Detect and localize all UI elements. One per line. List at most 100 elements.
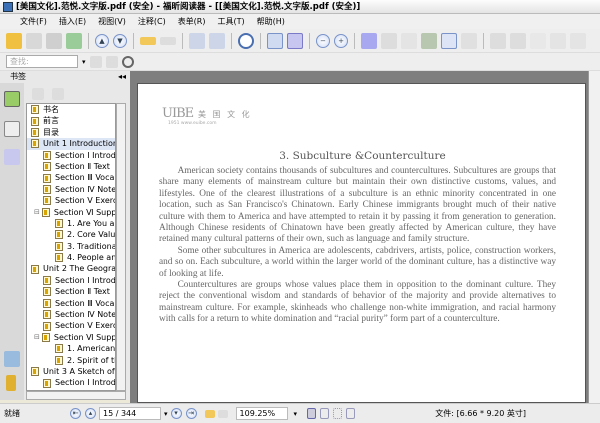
menu-form[interactable]: 表单(R): [176, 16, 208, 27]
attach-icon[interactable]: [490, 32, 506, 49]
arrow-tool-icon[interactable]: [570, 32, 586, 49]
facing-icon[interactable]: [333, 408, 343, 419]
bookmark-item[interactable]: 3. Traditional: [27, 241, 115, 252]
continuous-icon[interactable]: [320, 408, 330, 419]
bookmark-horizontal-scrollbar[interactable]: [26, 391, 126, 400]
collapse-toggle-icon[interactable]: ⊟: [34, 332, 40, 343]
comments-tab-icon[interactable]: [4, 351, 20, 367]
bookmark-item[interactable]: Section Ⅳ Notes: [27, 184, 115, 195]
zoom-in-tool-icon[interactable]: [238, 32, 254, 49]
bookmark-item[interactable]: Section Ⅰ Introduction: [27, 275, 115, 286]
last-page-icon[interactable]: ⇥: [185, 408, 197, 419]
textbox-icon[interactable]: [530, 32, 546, 49]
bookmark-icon: [55, 355, 63, 365]
back-arrow-icon[interactable]: [140, 36, 156, 45]
bookmark-item[interactable]: Section Ⅳ Notes: [27, 309, 115, 320]
page-number-input[interactable]: 15 / 344: [99, 407, 161, 420]
bookmark-item[interactable]: Section Ⅰ Introduction: [27, 150, 115, 161]
pointer-icon[interactable]: [401, 32, 417, 49]
forward-arrow-icon[interactable]: [160, 36, 176, 45]
comment-icon[interactable]: [550, 32, 566, 49]
bookmark-item[interactable]: ⊟ Section Ⅵ Supplementary: [27, 332, 115, 343]
attachments-tab-icon[interactable]: [6, 375, 16, 391]
bookmark-icon: [41, 207, 50, 217]
bookmark-item[interactable]: 2. Core Values: [27, 229, 115, 240]
bookmark-item[interactable]: Section Ⅱ Text: [27, 161, 115, 172]
bookmark-icon: [41, 333, 50, 342]
next-page-icon[interactable]: ▼: [113, 33, 127, 48]
bookmark-icon: [31, 105, 39, 115]
forward-icon[interactable]: [217, 409, 228, 418]
advanced-search-icon[interactable]: [121, 55, 134, 68]
print-icon[interactable]: [46, 32, 62, 49]
single-page-icon[interactable]: [307, 408, 317, 419]
bookmark-vertical-scrollbar[interactable]: [116, 103, 126, 391]
bookmark-item[interactable]: 2. Spirit of the: [27, 355, 115, 366]
email-icon[interactable]: [66, 32, 82, 49]
bookmark-item[interactable]: Section Ⅱ Text: [27, 286, 115, 297]
bookmark-item[interactable]: Section Ⅰ Introduction: [27, 377, 115, 388]
bookmark-item[interactable]: ⊟ Section Ⅵ Supplementary: [27, 207, 115, 218]
fit-width-icon[interactable]: [287, 32, 303, 49]
snapshot-icon[interactable]: [461, 32, 477, 49]
zoom-in-icon[interactable]: +: [334, 33, 348, 48]
select-text-icon[interactable]: [381, 32, 397, 49]
bookmark-item[interactable]: Section Ⅴ Exercises: [27, 320, 115, 331]
binoculars-icon[interactable]: [421, 32, 437, 49]
bookmarks-tab-icon[interactable]: [4, 91, 20, 107]
typewriter-icon[interactable]: [441, 32, 457, 49]
prev-page-icon[interactable]: ▴: [85, 408, 96, 419]
find-previous-icon[interactable]: [89, 55, 102, 68]
collapse-panel-icon[interactable]: ◂◂: [118, 71, 126, 83]
zoom-input[interactable]: 109.25%: [235, 407, 288, 420]
bookmark-icon: [43, 310, 51, 320]
search-dropdown-icon[interactable]: ▾: [82, 58, 86, 66]
note-icon[interactable]: [510, 32, 526, 49]
menu-tools[interactable]: 工具(T): [216, 16, 247, 27]
first-page-icon[interactable]: ⇤: [70, 408, 81, 419]
save-icon[interactable]: [26, 32, 42, 49]
menu-view[interactable]: 视图(V): [96, 16, 128, 27]
bookmark-item[interactable]: 前言: [27, 115, 115, 126]
bookmark-item[interactable]: 1. Are You an: [27, 218, 115, 229]
bookmark-item[interactable]: Unit 2 The Geography: [27, 263, 115, 274]
delete-bookmark-icon[interactable]: [32, 88, 44, 100]
bookmark-item[interactable]: Section Ⅲ Vocabulary: [27, 172, 115, 183]
bookmark-item[interactable]: Section Ⅲ Vocabulary: [27, 298, 115, 309]
bookmark-item[interactable]: Unit 1 Introduction to: [27, 138, 115, 150]
bookmark-item[interactable]: 书名: [27, 104, 115, 115]
open-folder-icon[interactable]: [6, 32, 22, 49]
zoom-out-icon[interactable]: −: [316, 33, 330, 48]
layers-tab-icon[interactable]: [4, 149, 20, 165]
bookmark-item[interactable]: 4. People and: [27, 252, 115, 263]
hand-tool-icon[interactable]: [361, 32, 377, 49]
bookmark-properties-icon[interactable]: [52, 88, 64, 100]
menu-help[interactable]: 帮助(H): [255, 16, 287, 27]
find-next-icon[interactable]: [105, 55, 118, 68]
page-dropdown-icon[interactable]: ▾: [164, 410, 168, 418]
bookmark-icon: [43, 276, 51, 286]
bookmark-label: Section Ⅲ Vocabulary: [55, 298, 115, 308]
bookmark-icon: [43, 150, 51, 160]
bookmark-item[interactable]: Section Ⅴ Exercises: [27, 195, 115, 206]
logo-cn: 美 国 文 化: [198, 110, 252, 119]
menu-file[interactable]: 文件(F): [18, 16, 49, 27]
pages-tab-icon[interactable]: [4, 121, 20, 137]
zoom-dropdown-icon[interactable]: ▾: [294, 410, 298, 418]
rotate-icon[interactable]: [189, 32, 205, 49]
bookmark-label: Section Ⅱ Text: [55, 287, 110, 297]
previous-page-icon[interactable]: ▲: [95, 33, 109, 48]
next-page-icon[interactable]: ▾: [170, 408, 182, 419]
rotate-ccw-icon[interactable]: [209, 32, 225, 49]
document-scrollbar[interactable]: [588, 71, 600, 403]
search-input[interactable]: 查找:: [6, 55, 78, 68]
bookmark-item[interactable]: 1. American R: [27, 343, 115, 354]
fit-page-icon[interactable]: [267, 32, 283, 49]
menu-insert[interactable]: 插入(E): [57, 16, 88, 27]
continuous-facing-icon[interactable]: [346, 408, 356, 419]
bookmark-item[interactable]: 目录: [27, 127, 115, 138]
menu-comment[interactable]: 注释(C): [136, 16, 168, 27]
bookmark-item[interactable]: Unit 3 A Sketch of A: [27, 366, 115, 377]
collapse-toggle-icon[interactable]: ⊟: [34, 207, 40, 218]
back-icon[interactable]: [204, 409, 215, 418]
